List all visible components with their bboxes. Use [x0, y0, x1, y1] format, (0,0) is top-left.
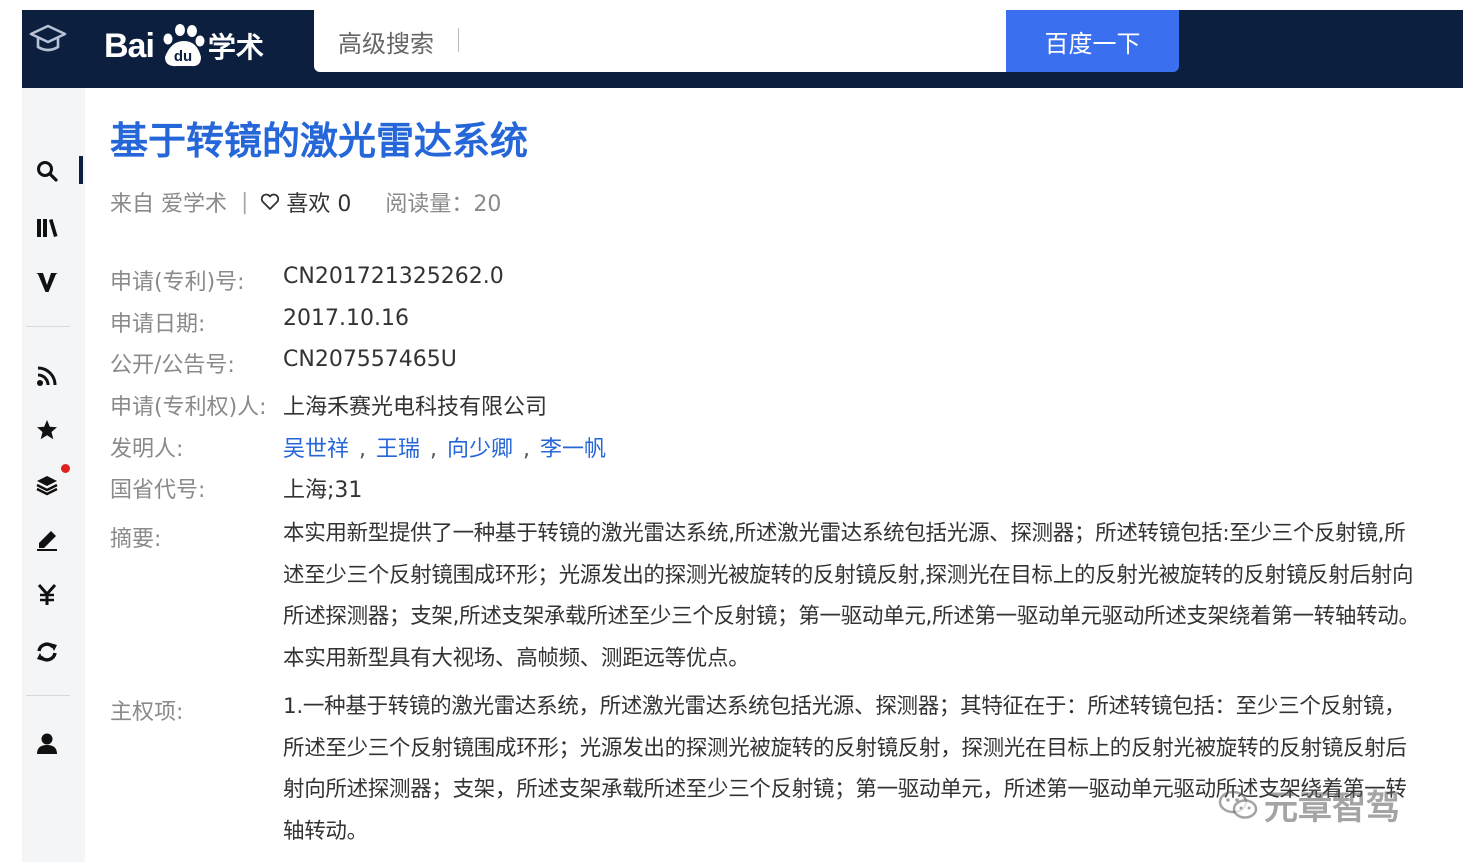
- meta-divider: |: [241, 189, 249, 215]
- field-value: 2017.10.16: [283, 306, 409, 331]
- library-icon[interactable]: [36, 217, 58, 239]
- notification-dot: [61, 464, 70, 473]
- graduation-cap-icon[interactable]: [28, 20, 68, 60]
- inventor-link[interactable]: 向少卿: [447, 437, 513, 462]
- field-label: 主权项:: [110, 700, 184, 725]
- inventor-link[interactable]: 李一帆: [540, 437, 606, 462]
- like-button[interactable]: 喜欢 0: [260, 186, 351, 218]
- sidebar: [22, 88, 85, 862]
- field-label: 申请(专利)号:: [110, 270, 245, 295]
- search-icon[interactable]: [36, 160, 58, 182]
- search-button[interactable]: 百度一下: [1006, 10, 1179, 72]
- text-caret: [458, 28, 459, 52]
- watermark: 元章智驾: [1218, 780, 1400, 829]
- separator: ,: [359, 437, 367, 462]
- separator: ,: [430, 437, 438, 462]
- field-value: 上海;31: [283, 478, 363, 503]
- refresh-icon[interactable]: [36, 641, 58, 663]
- like-count: 喜欢 0: [286, 192, 352, 217]
- search-input[interactable]: [338, 24, 958, 58]
- inventor-list: 吴世祥, 王瑞, 向少卿, 李一帆: [283, 431, 606, 463]
- field-label: 国省代号:: [110, 478, 206, 503]
- top-bar: Bai du 学术 百度一下: [22, 10, 1463, 88]
- user-icon[interactable]: [36, 732, 58, 754]
- source-label: 来自 爱学术: [110, 192, 227, 217]
- pen-icon[interactable]: [36, 529, 58, 551]
- inventor-link[interactable]: 吴世祥: [283, 437, 349, 462]
- sidebar-divider: [26, 326, 70, 327]
- logo-text-scholar: 学术: [207, 31, 264, 64]
- baidu-paw-icon: du: [163, 24, 205, 67]
- v-icon[interactable]: [36, 271, 58, 293]
- read-count: 阅读量：20: [385, 192, 502, 217]
- yen-icon[interactable]: [36, 584, 58, 606]
- heart-icon: [261, 193, 280, 210]
- field-label: 公开/公告号:: [110, 353, 235, 378]
- field-label: 申请日期:: [110, 312, 206, 337]
- field-label: 摘要:: [110, 527, 162, 552]
- article-title[interactable]: 基于转镜的激光雷达系统: [110, 110, 528, 165]
- field-value: 上海禾赛光电科技有限公司: [283, 395, 548, 420]
- watermark-text: 元章智驾: [1264, 788, 1400, 828]
- layers-icon[interactable]: [36, 474, 58, 496]
- field-label: 发明人:: [110, 437, 184, 462]
- field-value: CN207557465U: [283, 347, 457, 372]
- article-meta: 来自 爱学术 | 喜欢 0 阅读量：20: [110, 186, 501, 218]
- sidebar-divider: [26, 695, 70, 696]
- logo-text-bai: Bai: [104, 26, 155, 65]
- star-icon[interactable]: [36, 419, 58, 441]
- field-value: CN201721325262.0: [283, 264, 504, 289]
- separator: ,: [523, 437, 531, 462]
- rss-icon[interactable]: [36, 365, 58, 387]
- search-box: [314, 10, 1006, 72]
- baidu-scholar-logo[interactable]: Bai du 学术: [104, 24, 264, 68]
- logo-text-du: du: [174, 48, 192, 65]
- abstract-text: 本实用新型提供了一种基于转镜的激光雷达系统,所述激光雷达系统包括光源、探测器；所…: [283, 521, 1420, 671]
- active-indicator: [79, 156, 83, 184]
- page-frame: Bai du 学术 百度一下: [22, 10, 1463, 862]
- wechat-icon: [1218, 790, 1258, 819]
- field-label: 申请(专利权)人:: [110, 395, 267, 420]
- inventor-link[interactable]: 王瑞: [376, 437, 420, 462]
